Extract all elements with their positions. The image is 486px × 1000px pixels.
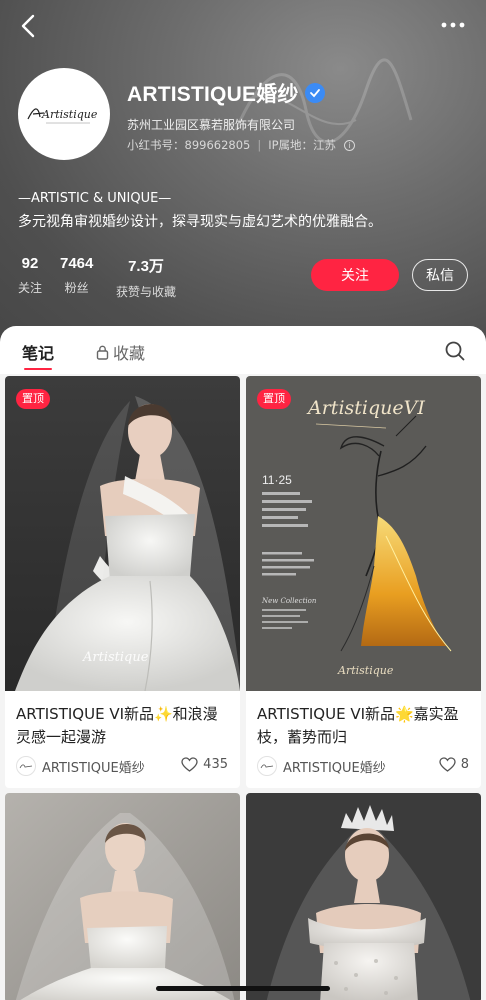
follow-button[interactable]: 关注 [311, 259, 399, 291]
note-title: ARTISTIQUE VI新品✨和浪漫灵感一起漫游 [16, 705, 218, 746]
more-button[interactable] [438, 14, 468, 36]
note-card[interactable]: Artistique 置顶 ARTISTIQUE VI新品✨和浪漫灵感一起漫游 … [5, 376, 240, 788]
back-arrow-icon [21, 14, 35, 38]
like-button[interactable]: 8 [439, 757, 469, 772]
pinned-badge: 置顶 [257, 389, 291, 409]
svg-text:ArtistiqueVI: ArtistiqueVI [306, 397, 425, 419]
author-name: ARTISTIQUE婚纱 [283, 760, 386, 776]
like-count: 435 [203, 757, 228, 772]
stat-label: 关注 [18, 281, 43, 295]
ip-location: IP属地：江苏 [268, 138, 337, 152]
active-tab-indicator [24, 368, 52, 370]
back-button[interactable] [14, 10, 42, 42]
more-icon [441, 22, 465, 28]
home-indicator[interactable] [156, 986, 330, 991]
svg-text:New Collection: New Collection [261, 597, 317, 605]
note-title: ARTISTIQUE VI新品🌟嘉实盈枝，蓄势而归 [257, 705, 459, 746]
note-cover-image: ArtistiqueVI 11·25 New Collection Artist… [246, 376, 481, 691]
author-name: ARTISTIQUE婚纱 [42, 760, 145, 776]
note-card[interactable]: ArtistiqueVI 11·25 New Collection Artist… [246, 376, 481, 788]
stat-following[interactable]: 92 关注 [18, 255, 42, 296]
pinned-badge: 置顶 [16, 389, 50, 409]
tab-collections[interactable]: 收藏 [96, 340, 145, 364]
author-avatar [257, 756, 277, 776]
lock-icon [96, 345, 109, 360]
verified-icon [304, 83, 325, 103]
stat-value: 7.3万 [128, 258, 164, 275]
svg-text:Artistique: Artistique [41, 108, 98, 121]
tab-collections-label: 收藏 [113, 344, 146, 363]
message-button[interactable]: 私信 [412, 259, 468, 291]
stat-label: 获赞与收藏 [116, 285, 177, 299]
bio-line-1: —ARTISTIC & UNIQUE— [18, 191, 172, 206]
profile-name-row: ARTISTIQUE婚纱 [127, 78, 325, 108]
profile-meta: 小红书号：899662805 | IP属地：江苏 i [127, 137, 356, 153]
author-avatar [16, 756, 36, 776]
stat-value: 7464 [60, 255, 94, 272]
svg-text:Artistique: Artistique [82, 650, 149, 665]
bio-line-2: 多元视角审视婚纱设计，探寻现实与虚幻艺术的优雅融合。 [18, 214, 382, 230]
stat-label: 粉丝 [64, 281, 89, 295]
note-card[interactable] [5, 793, 240, 1000]
redbook-id: 小红书号：899662805 [127, 138, 251, 152]
profile-tabs: 笔记 收藏 [0, 326, 486, 374]
heart-icon [181, 757, 198, 772]
meta-divider: | [257, 138, 262, 152]
note-card[interactable] [246, 793, 481, 1000]
note-author[interactable]: ARTISTIQUE婚纱 [257, 756, 386, 776]
brand-logo: Artistique [27, 108, 98, 124]
note-author[interactable]: ARTISTIQUE婚纱 [16, 756, 145, 776]
info-icon[interactable]: i [344, 139, 356, 151]
tab-notes[interactable]: 笔记 [22, 340, 54, 364]
profile-header: Artistique ARTISTIQUE婚纱 苏州工业园区慕若服饰有限公司 小… [0, 0, 486, 345]
note-cover-image: Artistique [5, 376, 240, 691]
like-button[interactable]: 435 [181, 757, 228, 772]
like-count: 8 [460, 757, 469, 772]
avatar[interactable]: Artistique [18, 68, 110, 160]
search-icon[interactable] [444, 340, 466, 362]
heart-icon [439, 757, 456, 772]
note-cover-image [246, 793, 481, 1000]
stat-likes-collects[interactable]: 7.3万 获赞与收藏 [116, 255, 176, 300]
svg-text:11·25: 11·25 [262, 473, 292, 487]
company-name: 苏州工业园区慕若服饰有限公司 [127, 118, 296, 132]
profile-name: ARTISTIQUE婚纱 [127, 83, 299, 106]
stat-value: 92 [21, 255, 39, 272]
stat-followers[interactable]: 7464 粉丝 [60, 255, 93, 296]
note-cover-image [5, 793, 240, 1000]
svg-text:Artistique: Artistique [337, 664, 394, 677]
